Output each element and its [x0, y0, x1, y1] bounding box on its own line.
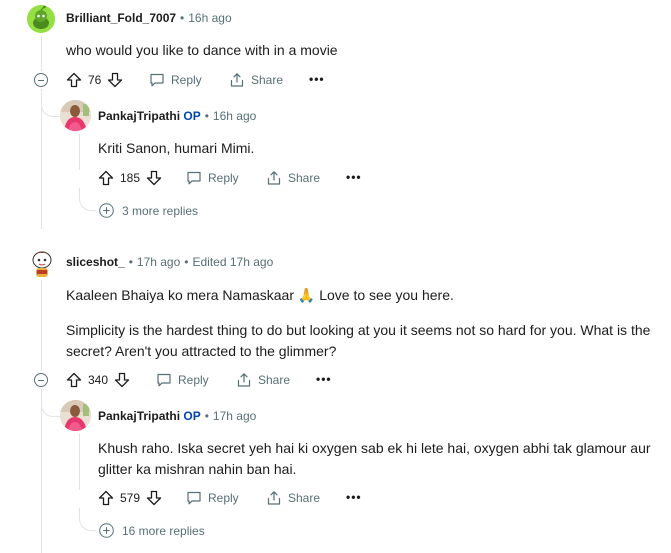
reply-button[interactable]: Reply [186, 490, 239, 506]
thread-line [79, 434, 80, 490]
op-badge: OP [183, 109, 201, 123]
upvote-icon[interactable] [98, 170, 114, 186]
downvote-icon[interactable] [146, 490, 162, 506]
upvote-icon[interactable] [98, 490, 114, 506]
more-options-button[interactable]: ••• [346, 170, 362, 184]
comment-time: 17h ago [212, 409, 257, 423]
more-options-button[interactable]: ••• [346, 490, 362, 504]
plus-circle-icon [99, 203, 114, 218]
snoo-icon [32, 251, 52, 277]
avatar[interactable] [27, 5, 55, 33]
vote-count: 579 [120, 491, 141, 505]
reply-button[interactable]: Reply [149, 72, 202, 88]
thread-connector [41, 98, 61, 117]
share-icon [237, 373, 251, 387]
share-button[interactable]: Share [266, 490, 320, 506]
op-badge: OP [183, 409, 201, 423]
more-options-button[interactable]: ••• [316, 372, 332, 386]
upvote-icon[interactable] [66, 372, 82, 388]
vote-control: 185 [98, 170, 162, 186]
thread-line [41, 36, 42, 71]
downvote-icon[interactable] [146, 170, 162, 186]
more-replies-button[interactable]: 16 more replies [99, 523, 205, 538]
avatar[interactable] [27, 247, 57, 279]
comment-time: 16h ago [188, 11, 232, 25]
thread-line [41, 280, 42, 371]
comment-paragraph: Simplicity is the hardest thing to do bu… [66, 322, 651, 359]
downvote-icon[interactable] [114, 372, 130, 388]
thread-connector [79, 508, 96, 531]
comment-body: who would you like to dance with in a mo… [66, 42, 338, 58]
profile-photo [60, 100, 91, 131]
share-icon [267, 491, 281, 505]
comment-body: Kriti Sanon, humari Mimi. [98, 140, 255, 156]
comment-paragraph: Kaaleen Bhaiya ko mera Namaskaar 🙏 Love … [66, 287, 454, 303]
downvote-icon[interactable] [107, 72, 123, 88]
upvote-icon[interactable] [66, 72, 82, 88]
comment-body: Khush raho. Iska secret yeh hai ki oxyge… [98, 440, 651, 477]
thread-line [79, 134, 80, 170]
vote-count: 185 [120, 171, 141, 185]
more-options-button[interactable]: ••• [309, 72, 325, 86]
share-icon [230, 73, 244, 87]
share-button[interactable]: Share [229, 72, 283, 88]
comment-bubble-icon [187, 171, 201, 185]
comment-author[interactable]: sliceshot_ [66, 255, 125, 269]
edited-label: Edited 17h ago [192, 255, 274, 269]
comment-bubble-icon [157, 373, 171, 387]
comment-bubble-icon [187, 491, 201, 505]
vote-control: 340 [66, 372, 130, 388]
comment-time: 17h ago [136, 255, 181, 269]
comment-author[interactable]: PankajTripathi [98, 109, 180, 123]
share-icon [267, 171, 281, 185]
vote-control: 579 [98, 490, 162, 506]
share-button[interactable]: Share [236, 372, 290, 388]
comment-meta: Brilliant_Fold_7007 • 16h ago [66, 11, 232, 25]
reply-button[interactable]: Reply [156, 372, 209, 388]
reply-button[interactable]: Reply [186, 170, 239, 186]
vote-control: 76 [66, 72, 123, 88]
thread-line [41, 389, 42, 553]
comment-meta: PankajTripathi OP • 16h ago [98, 109, 257, 123]
avatar[interactable] [60, 400, 91, 431]
avatar[interactable] [60, 100, 91, 131]
comment-author[interactable]: Brilliant_Fold_7007 [66, 11, 176, 25]
comment-time: 16h ago [212, 109, 257, 123]
vote-count: 76 [88, 73, 102, 87]
comment-meta: sliceshot_ • 17h ago • Edited 17h ago [66, 255, 274, 269]
snoo-icon [27, 5, 55, 33]
comment-meta: PankajTripathi OP • 17h ago [98, 409, 257, 423]
plus-circle-icon [99, 523, 114, 538]
collapse-thread-button[interactable] [34, 373, 48, 387]
share-button[interactable]: Share [266, 170, 320, 186]
comment-body: Kaaleen Bhaiya ko mera Namaskaar 🙏 Love … [66, 285, 656, 362]
more-replies-button[interactable]: 3 more replies [99, 203, 198, 218]
vote-count: 340 [88, 373, 109, 387]
comment-author[interactable]: PankajTripathi [98, 409, 180, 423]
thread-connector [41, 398, 61, 417]
collapse-thread-button[interactable] [34, 73, 48, 87]
comment-bubble-icon [150, 73, 164, 87]
thread-connector [79, 188, 96, 211]
profile-photo [60, 400, 91, 431]
